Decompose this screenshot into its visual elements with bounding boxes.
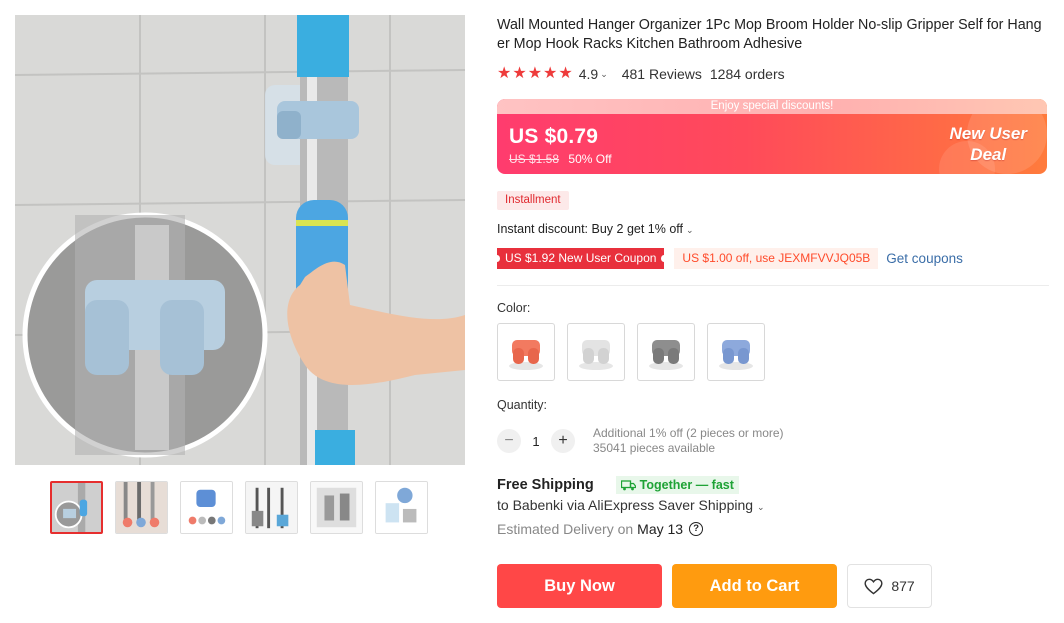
star-icon: ★ (527, 65, 543, 82)
quantity-info: Additional 1% off (2 pieces or more) 350… (593, 426, 784, 456)
rating-stars: ★ ★ ★ ★ ★ (497, 66, 573, 82)
together-fast-badge: Together — fast (615, 476, 739, 494)
color-swatch-blue[interactable] (707, 323, 765, 381)
reviews-link[interactable]: 481 Reviews (622, 66, 702, 82)
thumbnail-image-icon (181, 482, 232, 533)
star-icon: ★ (543, 65, 558, 82)
price-banner: Enjoy special discounts! US $0.79 US $1.… (497, 99, 1047, 174)
original-price: US $1.58 (509, 152, 560, 166)
blue-holder-icon (719, 340, 753, 370)
white-holder-icon (579, 340, 613, 370)
chevron-down-icon: ⌄ (757, 502, 765, 512)
quantity-input[interactable] (521, 433, 551, 449)
main-product-image[interactable] (15, 15, 465, 465)
estimated-delivery-label: Estimated Delivery on (497, 521, 634, 537)
deal-line-1: New User (949, 124, 1027, 143)
star-icon: ★ (512, 65, 527, 82)
coupon-code[interactable]: US $1.00 off, use JEXMFVVJQ05B (674, 248, 879, 269)
color-label: Color: (497, 301, 531, 315)
quantity-plus-button[interactable]: + (551, 429, 575, 453)
stock-available: 35041 pieces available (593, 441, 716, 455)
wishlist-count: 877 (891, 578, 915, 594)
new-user-coupon[interactable]: US $1.92 New User Coupon (493, 248, 668, 269)
quantity-label: Quantity: (497, 398, 548, 412)
special-discount-strip: Enjoy special discounts! (497, 99, 1047, 114)
add-to-cart-button[interactable]: Add to Cart (672, 564, 837, 608)
chevron-down-icon[interactable]: ⌄ (600, 69, 608, 80)
thumbnail-6[interactable] (375, 481, 428, 534)
quantity-minus-button[interactable]: − (497, 429, 521, 453)
wishlist-button[interactable]: 877 (847, 564, 932, 608)
thumbnail-3[interactable] (180, 481, 233, 534)
truck-icon (620, 479, 636, 490)
thumbnail-image-icon (376, 482, 427, 533)
help-icon[interactable]: ? (689, 522, 704, 536)
chevron-down-icon: ⌄ (686, 225, 694, 235)
thumbnail-5[interactable] (310, 481, 363, 534)
buy-now-button[interactable]: Buy Now (497, 564, 662, 608)
bulk-discount-text: Additional 1% off (2 pieces or more) (593, 426, 784, 440)
installment-badge[interactable]: Installment (497, 191, 569, 210)
rating-row: ★ ★ ★ ★ ★ 4.9 ⌄ 481 Reviews 1284 orders (497, 66, 785, 83)
star-icon: ★ (497, 65, 512, 82)
product-title: Wall Mounted Hanger Organizer 1Pc Mop Br… (497, 17, 1042, 52)
star-icon: ★ (558, 65, 573, 82)
quantity-stepper: − + Additional 1% off (2 pieces or more)… (497, 426, 784, 456)
ship-to-text: to Babenki via AliExpress Saver Shipping (497, 497, 754, 513)
color-swatch-white[interactable] (567, 323, 625, 381)
together-fast-text: Together — fast (639, 478, 734, 492)
color-swatch-orange[interactable] (497, 323, 555, 381)
deal-line-2: Deal (970, 145, 1007, 164)
color-swatch-gray[interactable] (637, 323, 695, 381)
thumbnail-image-icon (311, 482, 362, 533)
shipping-row: Free Shipping Together — fast (497, 476, 739, 494)
thumbnail-strip (50, 481, 428, 534)
current-price: US $0.79 (509, 125, 599, 148)
thumbnail-image-icon (246, 482, 297, 533)
original-price-row: US $1.58 50% Off (509, 152, 612, 166)
orders-count: 1284 orders (709, 66, 785, 82)
action-buttons: Buy Now Add to Cart 877 (497, 564, 932, 608)
delivery-date: May 13 (637, 521, 684, 537)
new-user-deal-label: New User Deal (950, 123, 1027, 165)
divider (497, 285, 1049, 286)
thumbnail-1[interactable] (50, 481, 103, 534)
get-coupons-link[interactable]: Get coupons (886, 251, 963, 266)
mop-holder-photo-icon (15, 15, 465, 465)
color-swatches (497, 323, 765, 381)
instant-discount-text: Instant discount: Buy 2 get 1% off (497, 222, 683, 236)
gray-holder-icon (649, 340, 683, 370)
thumbnail-2[interactable] (115, 481, 168, 534)
ship-to-selector[interactable]: to Babenki via AliExpress Saver Shipping… (497, 497, 779, 513)
thumbnail-4[interactable] (245, 481, 298, 534)
estimated-delivery: Estimated Delivery on May 13 ? (497, 521, 704, 537)
thumbnail-image-icon (52, 483, 101, 532)
free-shipping-title: Free Shipping (497, 477, 594, 493)
orange-holder-icon (509, 340, 543, 370)
thumbnail-image-icon (116, 482, 167, 533)
discount-percent: 50% Off (568, 152, 612, 166)
heart-icon (864, 578, 883, 594)
coupon-row: US $1.92 New User Coupon US $1.00 off, u… (493, 248, 963, 269)
rating-value[interactable]: 4.9 (579, 66, 598, 82)
instant-discount[interactable]: Instant discount: Buy 2 get 1% off ⌄ (497, 222, 694, 236)
